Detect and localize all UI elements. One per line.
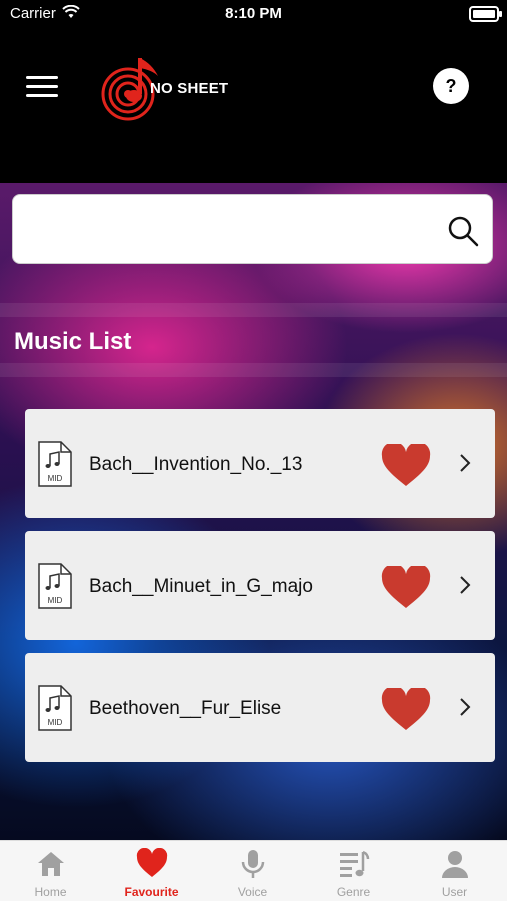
svg-text:MID: MID — [48, 474, 63, 483]
help-button[interactable]: ? — [433, 68, 469, 104]
hamburger-icon — [26, 76, 58, 79]
music-list-icon — [340, 850, 370, 877]
favourite-heart-icon[interactable] — [381, 566, 431, 610]
tab-favourite[interactable]: Favourite — [101, 841, 202, 901]
user-icon — [442, 851, 468, 878]
clock: 8:10 PM — [225, 5, 282, 22]
midi-file-icon: MID — [38, 441, 72, 487]
tab-genre[interactable]: Genre — [303, 841, 404, 901]
tab-voice[interactable]: Voice — [202, 841, 303, 901]
tab-user[interactable]: User — [404, 841, 505, 901]
svg-text:MID: MID — [48, 596, 63, 605]
tab-label: Favourite — [124, 885, 179, 899]
battery-icon — [469, 6, 502, 22]
menu-button[interactable] — [26, 76, 58, 100]
list-item[interactable]: MID Bach__Minuet_in_G_majo — [25, 531, 495, 640]
search-input[interactable] — [27, 215, 431, 245]
tab-label: User — [441, 885, 468, 899]
svg-text:MID: MID — [48, 718, 63, 727]
chevron-right-icon — [460, 698, 471, 716]
status-bar: Carrier 8:10 PM — [0, 0, 507, 28]
song-title: Bach__Minuet_in_G_majo — [89, 576, 313, 597]
midi-file-icon: MID — [38, 685, 72, 731]
song-title: Beethoven__Fur_Elise — [89, 698, 282, 719]
app-name: NO SHEET — [150, 80, 229, 97]
favourite-heart-icon[interactable] — [381, 688, 431, 732]
tab-label: Voice — [237, 885, 268, 899]
microphone-icon — [241, 850, 265, 878]
music-list: MID Bach__Invention_No._13 MID Bach__Min… — [25, 409, 495, 775]
song-title: Bach__Invention_No._13 — [89, 454, 303, 475]
tab-label: Genre — [336, 885, 371, 899]
favourite-heart-icon[interactable] — [381, 444, 431, 488]
app-header: NO SHEET ? — [0, 28, 507, 183]
tab-bar: Home Favourite Voice Genre User — [0, 840, 507, 901]
midi-file-icon: MID — [38, 563, 72, 609]
home-icon — [38, 852, 64, 876]
chevron-right-icon — [460, 576, 471, 594]
list-item[interactable]: MID Bach__Invention_No._13 — [25, 409, 495, 518]
search-bar — [12, 194, 493, 264]
search-icon[interactable] — [446, 215, 480, 247]
heart-icon — [136, 848, 168, 877]
section-title: Music List — [14, 328, 132, 355]
chevron-right-icon — [460, 454, 471, 472]
list-item[interactable]: MID Beethoven__Fur_Elise — [25, 653, 495, 762]
tab-label: Home — [34, 885, 67, 899]
tab-home[interactable]: Home — [0, 841, 101, 901]
